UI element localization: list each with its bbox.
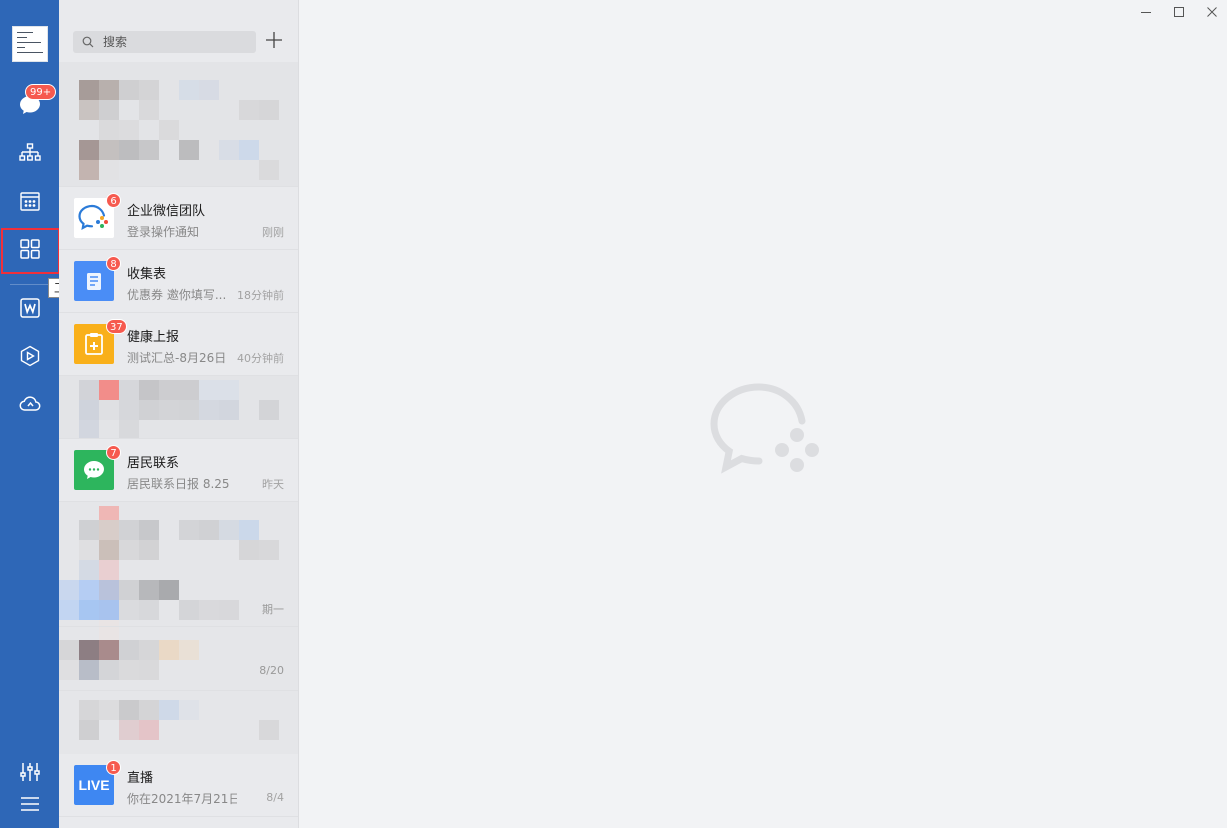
unread-badge: 99+	[25, 84, 57, 100]
conversation-time: 刚刚	[262, 226, 284, 239]
plus-icon	[265, 31, 283, 53]
nav-divider	[10, 284, 48, 285]
conversation-item-wecom-team[interactable]: 6 企业微信团队 登录操作通知 刚刚	[59, 187, 298, 250]
conversation-name: 企业微信团队	[127, 204, 206, 219]
menu-icon	[18, 792, 42, 820]
unread-badge: 1	[106, 760, 121, 775]
wecom-watermark-icon	[709, 383, 824, 475]
search-input[interactable]	[103, 35, 253, 49]
minimize-button[interactable]	[1136, 3, 1156, 21]
nav-menu[interactable]	[0, 783, 59, 828]
conversation-preview: 你在2021年7月21日...	[127, 792, 237, 806]
conversation-preview: 登录操作通知	[127, 225, 200, 239]
conversation-time: 40分钟前	[237, 352, 284, 365]
cloud-icon	[18, 391, 42, 419]
conversation-item-live[interactable]: LIVE 1 直播 你在2021年7月21日... 8/4	[59, 754, 298, 817]
workbench-highlight-box	[1, 228, 60, 274]
blurred-conversation-group	[59, 62, 298, 187]
calendar-icon	[18, 189, 42, 217]
close-icon	[1206, 3, 1218, 22]
conversation-item-form[interactable]: 8 收集表 优惠券 邀你填写... 18分钟前	[59, 250, 298, 313]
minimize-icon	[1140, 3, 1152, 22]
docs-icon	[18, 296, 42, 324]
maximize-button[interactable]	[1169, 3, 1189, 21]
conversation-name: 居民联系	[127, 456, 180, 471]
conversation-time: 昨天	[262, 478, 284, 491]
main-content-area	[299, 0, 1227, 828]
nav-messages[interactable]: 99+	[0, 84, 59, 130]
conversation-item-health-report[interactable]: 37 健康上报 测试汇总-8月26日 40分钟前	[59, 313, 298, 376]
left-navigation: 99+	[0, 0, 97, 828]
unread-badge: 8	[106, 256, 121, 271]
unread-badge: 6	[106, 193, 121, 208]
conversation-time: 期一	[262, 603, 284, 616]
contacts-icon	[18, 141, 42, 169]
drive-icon	[18, 344, 42, 372]
conversation-list: 6 企业微信团队 登录操作通知 刚刚 8 收集表 优惠券 邀你填写... 18分…	[59, 0, 299, 828]
conversation-name: 健康上报	[127, 330, 180, 345]
search-box[interactable]	[73, 31, 256, 53]
maximize-icon	[1173, 3, 1185, 22]
conversation-name: 直播	[127, 771, 154, 786]
user-avatar[interactable]	[12, 26, 48, 62]
nav-calendar[interactable]	[0, 180, 59, 226]
conversation-time: 8/20	[259, 664, 284, 677]
nav-cloud[interactable]	[0, 382, 59, 428]
conversation-preview: 测试汇总-8月26日	[127, 351, 227, 365]
blurred-conversation-group: 期一 8/20	[59, 502, 298, 754]
conversation-preview: 优惠券 邀你填写...	[127, 288, 227, 302]
search-icon	[82, 33, 94, 52]
live-label: LIVE	[78, 777, 110, 793]
unread-badge: 37	[106, 319, 127, 334]
conversation-name: 收集表	[127, 267, 167, 282]
conversation-time: 18分钟前	[237, 289, 284, 302]
conversation-item-resident-contact[interactable]: 7 居民联系 居民联系日报 8.25 昨天	[59, 439, 298, 502]
close-button[interactable]	[1202, 3, 1222, 21]
blurred-conversation-item	[59, 376, 298, 439]
conversation-preview: 居民联系日报 8.25	[127, 477, 230, 491]
nav-drive[interactable]	[0, 335, 59, 381]
unread-badge: 7	[106, 445, 121, 460]
conversation-time: 8/4	[266, 791, 284, 804]
add-button[interactable]	[263, 31, 285, 53]
nav-contacts[interactable]	[0, 132, 59, 178]
app-window: 99+ 搜索 6 企业微信团队 登录操作通知 刚刚 8 收集表 优惠券 邀你填写…	[0, 0, 1227, 828]
